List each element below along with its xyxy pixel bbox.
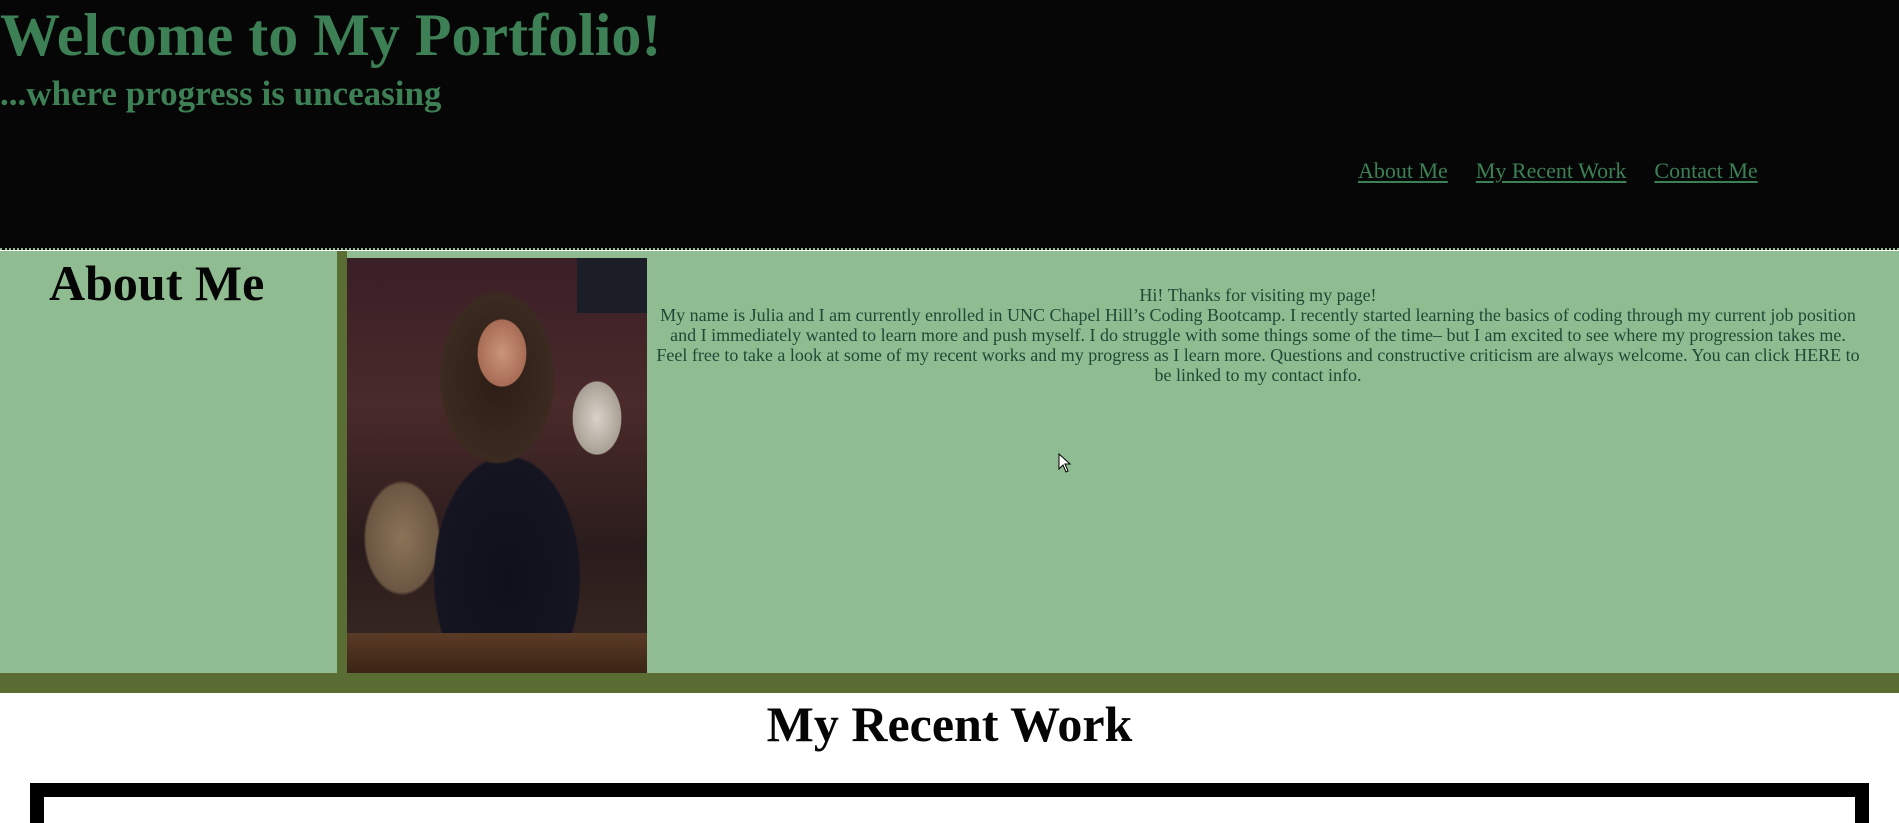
profile-photo — [347, 258, 647, 673]
mouse-pointer-icon — [1058, 453, 1072, 473]
about-section: About Me Hi! Thanks for visiting my page… — [0, 251, 1899, 673]
about-heading: About Me — [49, 255, 265, 311]
recent-work-frame — [30, 783, 1869, 823]
site-tagline: ...where progress is unceasing — [0, 74, 442, 113]
nav-link-about-me[interactable]: About Me — [1358, 158, 1448, 184]
site-title: Welcome to My Portfolio! — [0, 2, 662, 68]
about-paragraph-greeting: Hi! Thanks for visiting my page! — [1139, 285, 1377, 305]
photo-background-sign — [577, 258, 647, 313]
site-header: Welcome to My Portfolio! ...where progre… — [0, 0, 1899, 250]
section-divider-strip — [0, 673, 1899, 693]
about-paragraph-invite: Feel free to take a look at some of my r… — [656, 345, 1860, 385]
nav-link-my-recent-work[interactable]: My Recent Work — [1476, 158, 1627, 184]
recent-work-heading: My Recent Work — [766, 696, 1133, 752]
photo-table — [347, 633, 647, 673]
about-paragraph-intro: My name is Julia and I am currently enro… — [660, 305, 1856, 345]
main-nav: About Me My Recent Work Contact Me — [1358, 158, 1758, 184]
nav-link-contact-me[interactable]: Contact Me — [1654, 158, 1757, 184]
about-text: Hi! Thanks for visiting my page! My name… — [647, 285, 1869, 385]
about-divider — [337, 251, 347, 673]
